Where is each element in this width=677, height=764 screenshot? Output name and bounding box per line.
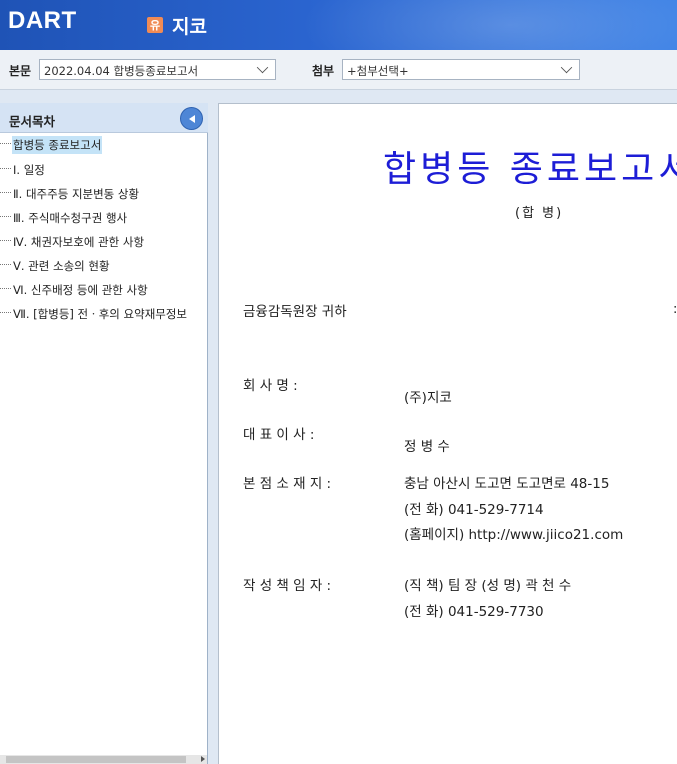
address-value: 충남 아산시 도고면 도고면로 48-15	[404, 476, 610, 492]
writer-title-value: (직 책) 팀 장 (성 명) 곽 천 수	[404, 578, 572, 594]
tree-line	[0, 312, 11, 313]
doc-subtitle: (합 병)	[515, 206, 564, 221]
toc-item-label: Ⅰ. 일정	[13, 163, 45, 177]
header-glow	[300, 0, 677, 50]
app-header: DART 유 지코	[0, 0, 677, 50]
company-name-label: 회 사 명 :	[243, 378, 298, 394]
toc-item-label: Ⅶ. [합병등] 전ㆍ후의 요약재무정보	[13, 307, 188, 321]
tree-line	[0, 288, 11, 289]
toc-item-label: Ⅳ. 채권자보호에 관한 사항	[13, 235, 145, 249]
cut-off-mark: :	[673, 302, 677, 317]
collapse-toc-button[interactable]	[180, 107, 203, 130]
toc-item-label: Ⅱ. 대주주등 지분변동 상황	[13, 187, 140, 201]
toc-panel: 문서목차 합병등 종료보고서 Ⅰ. 일정 Ⅱ. 대주주등 지분변동 상황 Ⅲ. …	[0, 103, 208, 764]
scroll-right-icon[interactable]	[201, 756, 205, 762]
tree-line	[0, 216, 11, 217]
toc-title: 문서목차	[9, 114, 56, 129]
toc-horizontal-scrollbar[interactable]	[0, 755, 207, 764]
tree-line	[0, 192, 11, 193]
ceo-label: 대 표 이 사 :	[243, 427, 315, 443]
chevron-down-icon	[561, 64, 573, 72]
tree-line	[0, 168, 11, 169]
dart-logo[interactable]: DART	[8, 7, 77, 34]
scrollbar-thumb[interactable]	[6, 756, 186, 763]
market-badge: 유	[147, 17, 163, 33]
chevron-down-icon	[257, 64, 269, 72]
doc-title: 합병등 종료보고서	[383, 149, 677, 190]
tree-line	[0, 264, 11, 265]
ceo-value: 정 병 수	[404, 439, 450, 455]
main-doc-select[interactable]: 2022.04.04 합병등종료보고서	[39, 59, 276, 80]
address-label: 본 점 소 재 지 :	[243, 476, 332, 492]
phone-value: (전 화) 041-529-7714	[404, 502, 544, 518]
document-viewer: 합병등 종료보고서 (합 병) 금융감독원장 귀하 : 회 사 명 : (주)지…	[218, 103, 677, 764]
company-name-value: (주)지코	[404, 390, 452, 406]
logo-text: DART	[8, 7, 77, 34]
attachment-select[interactable]: +첨부선택+	[342, 59, 580, 80]
toc-item-label: 합병등 종료보고서	[12, 136, 103, 154]
writer-label: 작 성 책 임 자 :	[243, 578, 332, 594]
toc-item-label: Ⅲ. 주식매수청구권 행사	[13, 211, 128, 225]
company-name: 지코	[172, 16, 207, 38]
toc-item-label: Ⅵ. 신주배정 등에 관한 사항	[13, 283, 148, 297]
attachment-select-value: +첨부선택+	[347, 64, 409, 78]
toc-item-label: Ⅴ. 관련 소송의 현황	[13, 259, 110, 273]
main-doc-label: 본문	[9, 64, 32, 78]
addressee: 금융감독원장 귀하	[243, 304, 347, 320]
tree-line	[0, 143, 11, 144]
document-toolbar: 본문 2022.04.04 합병등종료보고서 첨부 +첨부선택+	[0, 50, 677, 90]
main-doc-select-value: 2022.04.04 합병등종료보고서	[44, 64, 199, 78]
writer-phone-value: (전 화) 041-529-7730	[404, 604, 544, 620]
homepage-value[interactable]: (홈페이지) http://www.jiico21.com	[404, 523, 623, 543]
attachment-label: 첨부	[312, 64, 335, 78]
tree-line	[0, 240, 11, 241]
toc-header: 문서목차	[0, 103, 208, 133]
